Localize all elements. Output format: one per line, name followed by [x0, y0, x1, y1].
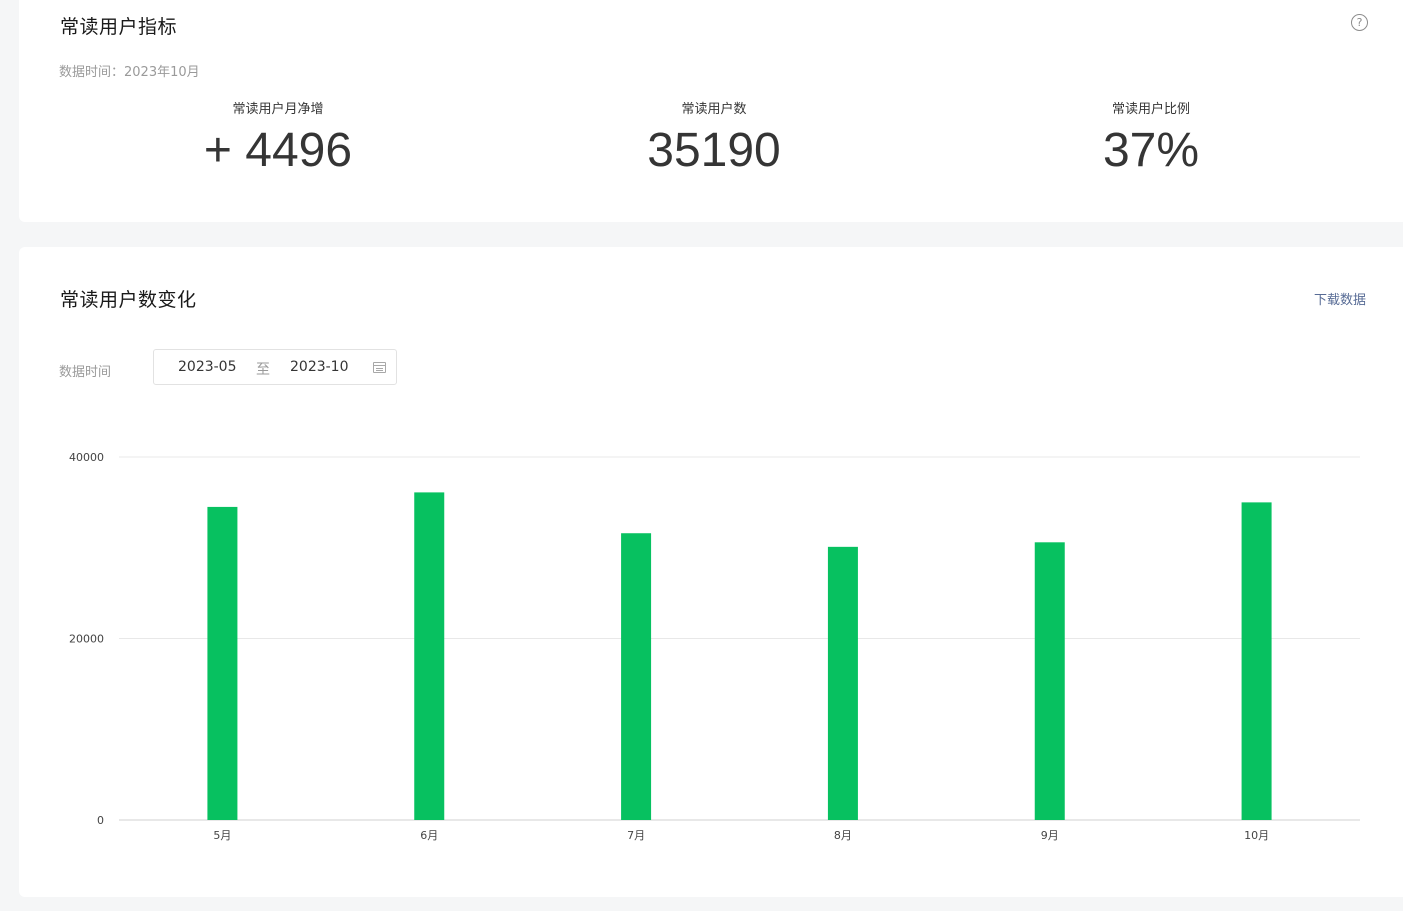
bar-chart: 0 20000 40000 5月 6月 7月 8月 9月 10月	[69, 451, 1360, 842]
bar-2[interactable]	[414, 492, 445, 820]
y-tick-label: 0	[97, 814, 104, 827]
metric-value: + 4496	[203, 124, 353, 177]
metric-value: 35190	[647, 124, 781, 177]
x-axis-ticks: 5月 6月 7月 8月 9月 10月	[213, 829, 1269, 842]
metrics-card: 常读用户指标 ? 数据时间：2023年10月 常读用户月净增 + 4496 常读…	[19, 0, 1403, 222]
bars[interactable]	[207, 492, 1272, 820]
metric-user-count: 常读用户数 35190	[564, 98, 864, 179]
x-tick-label: 10月	[1244, 829, 1269, 842]
bar-5[interactable]	[1034, 542, 1065, 820]
bar-3[interactable]	[621, 533, 652, 820]
x-tick-label: 8月	[834, 829, 852, 842]
chart-card: 常读用户数变化 下载数据 数据时间 2023-05 至 2023-10 0 200…	[19, 247, 1403, 897]
data-time: 数据时间：2023年10月	[59, 65, 200, 80]
x-tick-label: 9月	[1041, 829, 1059, 842]
y-tick-label: 20000	[69, 633, 104, 646]
metric-net-increase: 常读用户月净增 + 4496	[128, 98, 428, 179]
metric-user-ratio: 常读用户比例 37%	[1001, 98, 1301, 179]
metric-label: 常读用户数	[681, 102, 747, 117]
bar-1[interactable]	[207, 506, 238, 820]
y-axis-ticks: 0 20000 40000	[69, 451, 104, 827]
y-tick-label: 40000	[69, 451, 104, 464]
metric-value: 37%	[1102, 124, 1200, 177]
help-circle-icon[interactable]: ?	[1351, 14, 1368, 31]
bar-4[interactable]	[827, 546, 858, 820]
x-tick-label: 6月	[420, 829, 438, 842]
bar-6[interactable]	[1241, 502, 1272, 820]
metrics-card-title: 常读用户指标	[60, 16, 178, 38]
metric-label: 常读用户比例	[1111, 102, 1190, 117]
x-tick-label: 7月	[627, 829, 645, 842]
x-tick-label: 5月	[213, 829, 231, 842]
metric-label: 常读用户月净增	[232, 102, 324, 117]
grid-lines	[119, 456, 1360, 821]
